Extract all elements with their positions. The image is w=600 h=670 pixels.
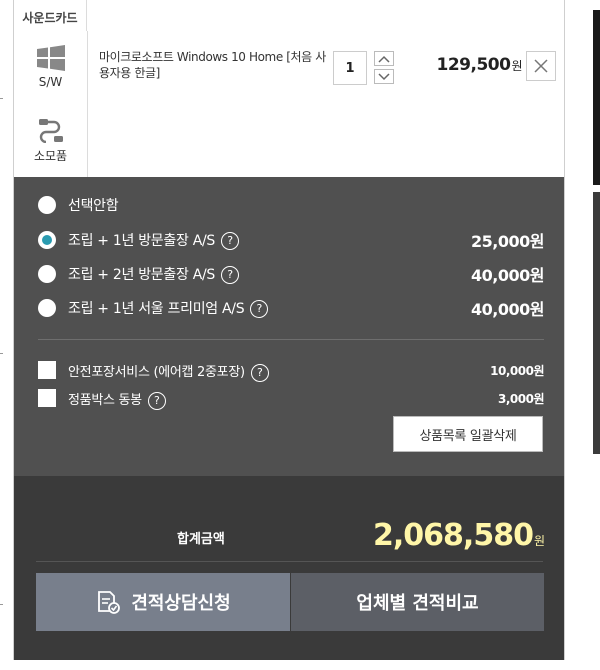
- addon-safe-packaging[interactable]: 안전포장서비스 (에어캡 2중포장)? 10,000원: [38, 360, 544, 384]
- quantity-down-button[interactable]: [374, 69, 394, 84]
- service-price: 40,000원: [471, 266, 544, 285]
- page-tick: [0, 604, 3, 605]
- total-value: 2,068,580: [373, 518, 534, 553]
- service-option-2yr-visit[interactable]: 조립 + 2년 방문출장 A/S? 40,000원: [38, 262, 544, 286]
- service-label: 조립 + 1년 방문출장 A/S: [68, 233, 215, 249]
- service-price: 25,000원: [471, 232, 544, 251]
- radio-button[interactable]: [38, 196, 56, 214]
- side-banner-image[interactable]: [593, 10, 600, 185]
- category-label: 사운드카드: [22, 11, 78, 25]
- consult-label: 견적상담신청: [131, 593, 231, 614]
- close-icon: [534, 59, 548, 73]
- service-option-none[interactable]: 선택안함: [38, 193, 544, 217]
- windows-icon: [36, 45, 65, 71]
- price-value: 129,500: [436, 55, 511, 75]
- options-divider: [38, 339, 544, 340]
- category-consumables[interactable]: 소모품: [14, 103, 88, 177]
- checkbox[interactable]: [38, 361, 56, 379]
- document-check-icon: [98, 591, 121, 614]
- addon-price: 10,000원: [490, 364, 544, 378]
- category-label: 소모품: [33, 148, 68, 163]
- service-label-wrap: 조립 + 1년 방문출장 A/S?: [68, 230, 239, 250]
- category-soundcard[interactable]: 사운드카드: [14, 0, 87, 31]
- category-label: S/W: [38, 75, 63, 89]
- service-option-1yr-seoul-premium[interactable]: 조립 + 1년 서울 프리미엄 A/S? 40,000원: [38, 296, 544, 320]
- service-price: 40,000원: [471, 300, 544, 319]
- product-row-consumables: 소모품: [14, 103, 564, 177]
- help-icon[interactable]: ?: [220, 232, 239, 250]
- service-label: 조립 + 1년 서울 프리미엄 A/S: [68, 301, 245, 317]
- compare-label: 업체별 견적비교: [356, 593, 479, 614]
- chevron-up-icon: [378, 55, 390, 63]
- checkbox[interactable]: [38, 389, 56, 407]
- addon-label-wrap: 정품박스 동봉?: [68, 389, 166, 410]
- radio-button[interactable]: [38, 265, 56, 283]
- help-icon[interactable]: ?: [220, 266, 239, 284]
- total-area: 합계금액 2,068,580원 견적상담신청 업체별 견적비교: [14, 476, 564, 660]
- service-label-wrap: 조립 + 2년 방문출장 A/S?: [68, 264, 239, 284]
- compare-quotes-button[interactable]: 업체별 견적비교: [291, 573, 544, 631]
- category-software[interactable]: S/W: [14, 31, 88, 103]
- addon-original-box[interactable]: 정품박스 동봉? 3,000원: [38, 388, 545, 412]
- total-amount: 2,068,580원: [373, 518, 545, 553]
- bulk-delete-button[interactable]: 상품목록 일괄삭제: [393, 416, 543, 452]
- estimate-panel: 사운드카드 S/W 마이크로소프트 Windows 10 Home [처음 사용…: [13, 0, 565, 660]
- price-currency: 원: [511, 59, 522, 73]
- product-row-software: S/W 마이크로소프트 Windows 10 Home [처음 사용자용 한글]…: [14, 31, 564, 104]
- addon-price: 3,000원: [498, 392, 545, 406]
- total-label: 합계금액: [177, 532, 225, 547]
- addon-label-wrap: 안전포장서비스 (에어캡 2중포장)?: [68, 361, 269, 382]
- total-divider: [36, 561, 543, 562]
- service-label-wrap: 조립 + 1년 서울 프리미엄 A/S?: [68, 298, 269, 318]
- help-icon[interactable]: ?: [147, 391, 166, 410]
- radio-button[interactable]: [38, 299, 56, 317]
- service-option-1yr-visit[interactable]: 조립 + 1년 방문출장 A/S? 25,000원: [38, 228, 544, 252]
- quantity-input[interactable]: 1: [333, 51, 367, 85]
- service-label: 선택안함: [68, 198, 119, 214]
- product-name[interactable]: 마이크로소프트 Windows 10 Home [처음 사용자용 한글]: [99, 49, 334, 81]
- page-tick: [0, 353, 3, 354]
- chevron-down-icon: [378, 72, 390, 80]
- quantity-up-button[interactable]: [374, 51, 394, 66]
- addon-label: 안전포장서비스 (에어캡 2중포장): [68, 365, 245, 380]
- remove-product-button[interactable]: [526, 51, 556, 81]
- page-tick: [0, 98, 3, 99]
- side-banner-image[interactable]: [593, 192, 600, 454]
- help-icon[interactable]: ?: [250, 363, 269, 382]
- consult-request-button[interactable]: 견적상담신청: [36, 573, 290, 631]
- help-icon[interactable]: ?: [250, 300, 269, 318]
- radio-button-selected[interactable]: [38, 231, 56, 249]
- service-label: 조립 + 2년 방문출장 A/S: [68, 267, 215, 283]
- product-row-soundcard: 사운드카드: [14, 0, 564, 32]
- addon-label: 정품박스 동봉: [68, 393, 142, 408]
- product-price: 129,500원: [436, 55, 523, 75]
- total-currency: 원: [533, 534, 545, 548]
- cable-icon: [38, 118, 63, 143]
